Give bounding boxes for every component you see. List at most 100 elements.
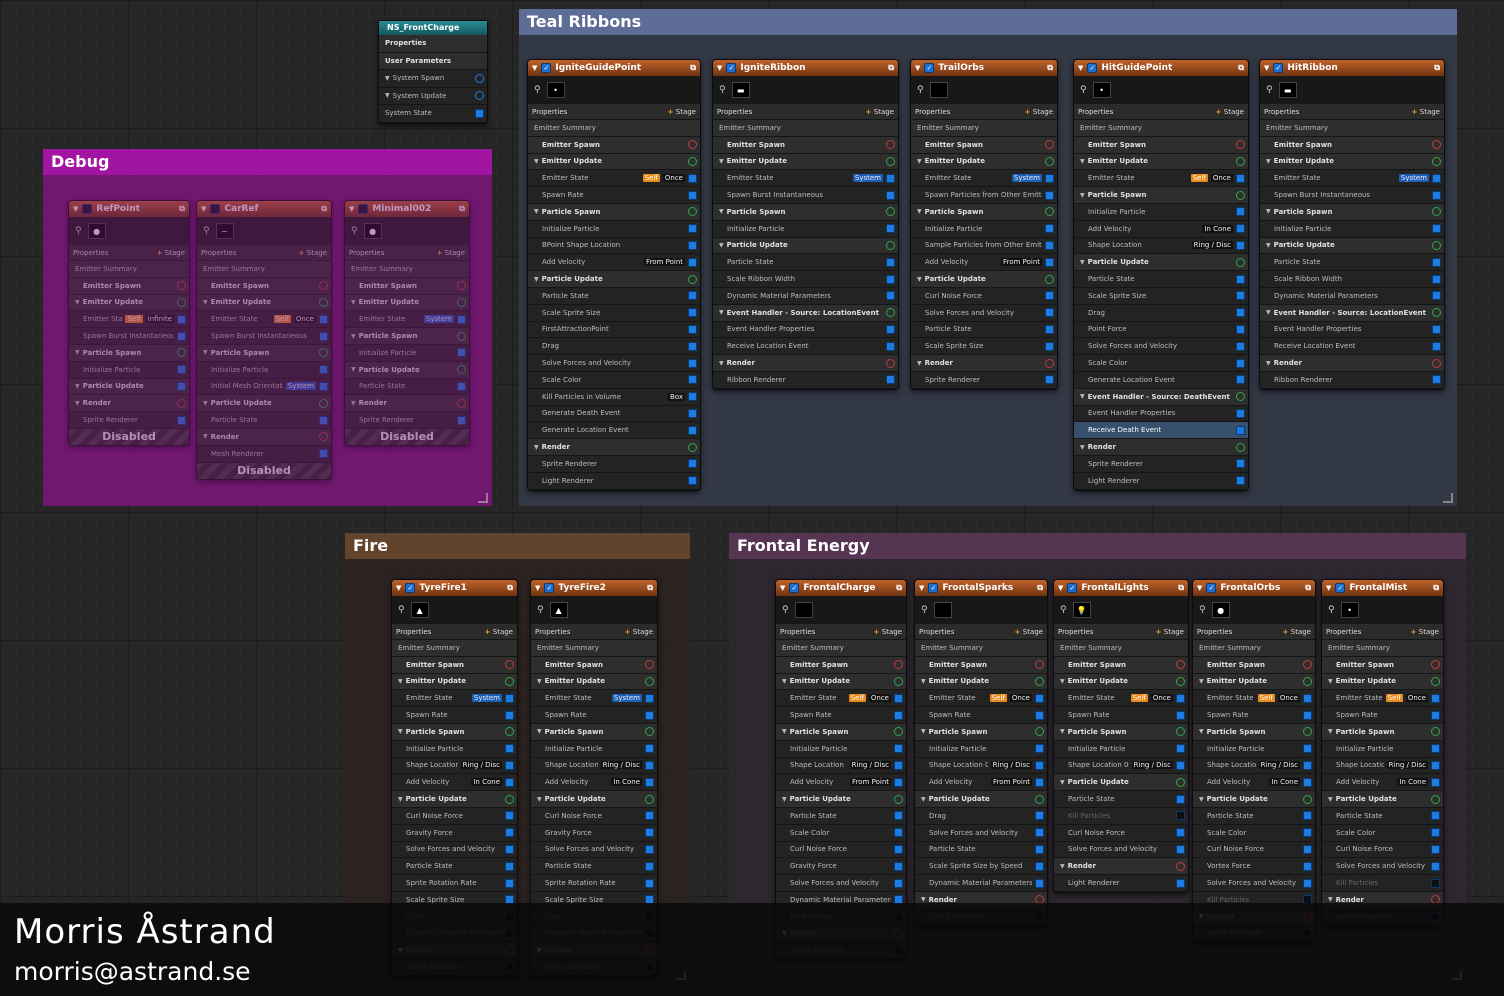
module-row[interactable]: Initialize Particle bbox=[392, 740, 517, 758]
stage-status-icon[interactable] bbox=[1432, 308, 1441, 318]
expand-arrow-icon[interactable]: ▼ bbox=[1266, 360, 1271, 367]
module-enabled-checkbox[interactable] bbox=[894, 760, 903, 770]
module-enabled-checkbox[interactable] bbox=[1236, 358, 1245, 368]
module-enabled-checkbox[interactable] bbox=[1236, 207, 1245, 217]
emitter-node[interactable]: ▼✓IgniteGuidePoint⧉⚲•PropertiesStageEmit… bbox=[527, 59, 701, 491]
module-row[interactable]: Shape Location 001Ring / Disc bbox=[915, 757, 1047, 775]
pin-icon[interactable]: ⚲ bbox=[1328, 605, 1335, 615]
module-enabled-checkbox[interactable] bbox=[1303, 744, 1312, 754]
pin-icon[interactable]: ⚲ bbox=[917, 85, 924, 95]
module-row[interactable]: Particle State bbox=[345, 378, 469, 396]
emitter-summary-row[interactable]: Emitter Summary bbox=[69, 261, 189, 278]
stage-status-icon[interactable] bbox=[1431, 727, 1440, 737]
module-row[interactable]: Sprite Renderer bbox=[911, 371, 1057, 389]
emitter-header[interactable]: ▼ Minimal002 ⧉ bbox=[345, 201, 469, 217]
module-row[interactable]: FirstAttractionPoint bbox=[528, 321, 700, 339]
expand-arrow-icon[interactable]: ▼ bbox=[1266, 158, 1271, 165]
stage-row[interactable]: ▼ Emitter Update bbox=[915, 673, 1047, 691]
module-enabled-checkbox[interactable] bbox=[1035, 878, 1044, 888]
module-row[interactable]: Scale Sprite Size bbox=[911, 338, 1057, 356]
module-row[interactable]: Particle State bbox=[1322, 807, 1443, 825]
expand-arrow-icon[interactable]: ▼ bbox=[1080, 158, 1085, 165]
stage-status-icon[interactable] bbox=[1035, 676, 1044, 686]
properties-row[interactable]: Properties Stage bbox=[1054, 625, 1188, 640]
module-enabled-checkbox[interactable] bbox=[894, 828, 903, 838]
emitter-summary-row[interactable]: Emitter Summary bbox=[1260, 120, 1444, 137]
module-enabled-checkbox[interactable] bbox=[1432, 375, 1441, 385]
module-row[interactable]: Solve Forces and Velocity bbox=[915, 824, 1047, 842]
module-row[interactable]: Scale Sprite Size bbox=[528, 304, 700, 322]
stage-status-icon[interactable] bbox=[894, 794, 903, 804]
open-external-icon[interactable]: ⧉ bbox=[647, 583, 653, 593]
module-enabled-checkbox[interactable] bbox=[1236, 291, 1245, 301]
module-enabled-checkbox[interactable] bbox=[886, 224, 895, 234]
pin-icon[interactable]: ⚲ bbox=[1060, 605, 1067, 615]
module-enabled-checkbox[interactable] bbox=[688, 257, 697, 267]
stage-row[interactable]: ▼Render bbox=[197, 428, 331, 446]
stage-status-icon[interactable] bbox=[177, 348, 186, 358]
module-enabled-checkbox[interactable] bbox=[319, 331, 328, 341]
module-enabled-checkbox[interactable] bbox=[1045, 291, 1054, 301]
module-row[interactable]: Shape Location Ring / Disc bbox=[1074, 237, 1248, 255]
stage-row[interactable]: ▼ Emitter Update bbox=[776, 673, 906, 691]
expand-arrow-icon[interactable]: ▼ bbox=[203, 299, 208, 306]
stage-row[interactable]: ▼ Event Handler - Source: LocationEvent bbox=[1260, 304, 1444, 322]
module-enabled-checkbox[interactable] bbox=[1432, 257, 1441, 267]
module-enabled-checkbox[interactable] bbox=[1236, 476, 1245, 486]
stage-row[interactable]: ▼ Particle Update bbox=[392, 791, 517, 808]
module-enabled-checkbox[interactable] bbox=[319, 449, 328, 459]
module-row[interactable]: Kill Particles in Volume Box bbox=[528, 388, 700, 406]
module-enabled-checkbox[interactable] bbox=[1432, 190, 1441, 200]
stage-status-icon[interactable] bbox=[505, 676, 514, 686]
stage-status-icon[interactable] bbox=[319, 281, 328, 291]
module-row[interactable]: Curl Noise Force bbox=[531, 807, 657, 825]
module-enabled-checkbox[interactable] bbox=[1431, 844, 1440, 854]
collapse-arrow-icon[interactable]: ▼ bbox=[1058, 584, 1063, 592]
stage-row[interactable]: ▼ Particle Update bbox=[1193, 791, 1315, 808]
open-external-icon[interactable]: ⧉ bbox=[1434, 63, 1440, 73]
module-row[interactable]: Particle State bbox=[1074, 271, 1248, 288]
properties-row[interactable]: Properties Stage bbox=[1260, 105, 1444, 120]
expand-arrow-icon[interactable]: ▼ bbox=[385, 75, 390, 82]
resize-handle[interactable] bbox=[478, 493, 488, 503]
emitter-summary-row[interactable]: Emitter Summary bbox=[1054, 640, 1188, 657]
expand-arrow-icon[interactable]: ▼ bbox=[398, 728, 403, 735]
module-enabled-checkbox[interactable] bbox=[1176, 828, 1185, 838]
open-external-icon[interactable]: ⧉ bbox=[507, 583, 513, 593]
expand-arrow-icon[interactable]: ▼ bbox=[719, 208, 724, 215]
properties-row[interactable]: Properties Stage bbox=[911, 105, 1057, 120]
module-row[interactable]: Emitter State System bbox=[713, 170, 898, 188]
emitter-header[interactable]: ▼ ✓ IgniteGuidePoint ⧉ bbox=[528, 60, 700, 76]
module-enabled-checkbox[interactable] bbox=[1035, 710, 1044, 720]
emitter-summary-row[interactable]: Emitter Summary bbox=[1074, 120, 1248, 137]
module-row[interactable]: Add Velocity In Cone bbox=[1074, 220, 1248, 238]
properties-row[interactable]: Properties Stage bbox=[528, 105, 700, 120]
stage-status-icon[interactable] bbox=[1035, 727, 1044, 737]
module-enabled-checkbox[interactable] bbox=[894, 710, 903, 720]
stage-row[interactable]: ▼Render bbox=[69, 395, 189, 413]
module-enabled-checkbox[interactable] bbox=[688, 224, 697, 234]
stage-status-icon[interactable] bbox=[505, 794, 514, 804]
stage-row[interactable]: ▼Render bbox=[713, 355, 898, 372]
stage-row[interactable]: ▼ Particle Update bbox=[1260, 237, 1444, 255]
emitter-summary-row[interactable]: Emitter Summary bbox=[531, 640, 657, 657]
module-row[interactable]: Generate Location Event bbox=[528, 422, 700, 440]
expand-arrow-icon[interactable]: ▼ bbox=[534, 276, 539, 283]
add-stage-button[interactable]: Stage bbox=[1410, 628, 1439, 636]
module-row[interactable]: Emitter Spawn bbox=[713, 136, 898, 154]
stage-row[interactable]: ▼ Emitter Update bbox=[911, 153, 1057, 171]
module-row[interactable]: Solve Forces and Velocity bbox=[1193, 875, 1315, 892]
module-row[interactable]: Emitter Spawn bbox=[528, 136, 700, 154]
module-enabled-checkbox[interactable] bbox=[688, 291, 697, 301]
module-row[interactable]: Event Handler Properties bbox=[713, 321, 898, 339]
expand-arrow-icon[interactable]: ▼ bbox=[1328, 678, 1333, 685]
module-enabled-checkbox[interactable] bbox=[1236, 240, 1245, 250]
group-title[interactable]: Fire bbox=[345, 533, 690, 559]
stage-status-icon[interactable] bbox=[1432, 207, 1441, 217]
module-row[interactable]: Generate Death Event bbox=[528, 405, 700, 423]
module-enabled-checkbox[interactable] bbox=[177, 331, 186, 341]
collapse-arrow-icon[interactable]: ▼ bbox=[73, 205, 78, 213]
emitter-summary-row[interactable]: Emitter Summary bbox=[392, 640, 517, 657]
expand-arrow-icon[interactable]: ▼ bbox=[534, 208, 539, 215]
stage-status-icon[interactable] bbox=[1303, 727, 1312, 737]
